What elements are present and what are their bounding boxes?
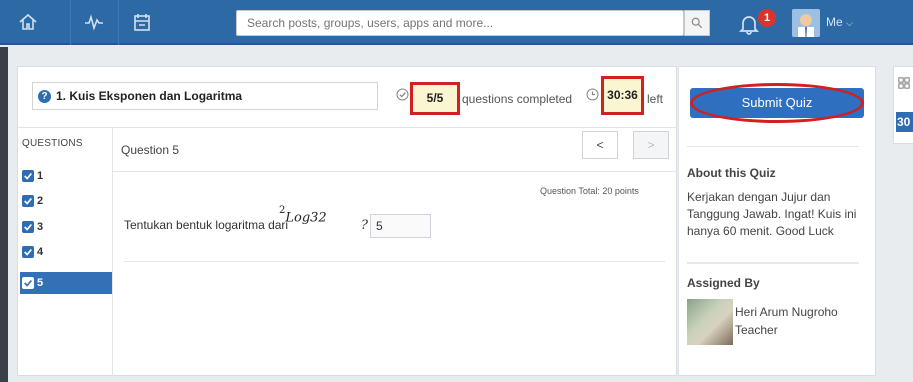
top-navbar: 1 Me ⌵ [0, 0, 913, 45]
home-icon[interactable] [14, 8, 42, 36]
question-nav-item-5[interactable]: 5 [20, 272, 112, 294]
about-quiz-text: Kerjakan dengan Jujur dan Tanggung Jawab… [687, 190, 857, 238]
check-circle-icon [396, 88, 409, 101]
left-edge-strip [0, 47, 8, 382]
search-input[interactable] [236, 10, 684, 36]
checkbox-checked-icon [22, 277, 34, 289]
questions-completed-count: 5/5 [410, 82, 460, 115]
teacher-role: Teacher [735, 323, 778, 337]
question-number: 4 [37, 246, 44, 258]
question-mark-icon: ? [38, 89, 51, 103]
next-question-button[interactable]: > [633, 131, 669, 159]
question-number: 5 [37, 277, 44, 289]
quiz-card [17, 66, 677, 376]
question-number: 2 [37, 195, 44, 207]
checkbox-checked-icon [22, 170, 34, 182]
questions-completed-label: questions completed [462, 92, 573, 106]
user-avatar[interactable] [792, 9, 820, 37]
search-icon [691, 17, 703, 29]
planner-icon[interactable] [128, 8, 156, 36]
teacher-name[interactable]: Heri Arum Nugroho [735, 305, 838, 319]
teacher-avatar[interactable] [687, 299, 733, 345]
user-menu[interactable]: Me ⌵ [826, 15, 853, 29]
checkbox-checked-icon [22, 221, 34, 233]
search-button[interactable] [684, 10, 710, 36]
sidebar-divider [687, 146, 859, 147]
previous-question-button[interactable]: < [582, 131, 618, 159]
question-body-divider [124, 261, 665, 262]
clock-icon [586, 88, 599, 101]
quiz-title: 1. Kuis Eksponen dan Logaritma [56, 89, 243, 103]
nav-divider [118, 0, 119, 45]
question-mark-symbol: ? [361, 218, 368, 233]
question-nav-item-2[interactable]: 2 [20, 190, 112, 212]
questions-header: QUESTIONS [22, 138, 83, 149]
time-left-value: 30:36 [601, 76, 644, 115]
math-body: Log32 [285, 210, 327, 226]
user-menu-label: Me [826, 15, 843, 29]
checkbox-checked-icon [22, 195, 34, 207]
nav-divider [70, 0, 71, 45]
question-header-divider [113, 171, 677, 172]
sidebar-divider [687, 262, 859, 264]
question-number: 1 [37, 170, 44, 182]
question-number: 3 [37, 221, 44, 233]
question-nav-item-4[interactable]: 4 [20, 241, 112, 263]
question-total-points: Question Total: 20 points [540, 186, 639, 196]
submit-highlight-ring [690, 83, 864, 123]
activity-icon[interactable] [80, 8, 108, 36]
questions-column-divider [112, 128, 113, 376]
notification-badge: 1 [758, 9, 776, 27]
grid-icon[interactable] [898, 77, 910, 89]
card-divider [18, 127, 677, 128]
side-widget-panel [893, 66, 913, 144]
math-base: 2 [279, 205, 286, 216]
checkbox-checked-icon [22, 246, 34, 258]
calendar-icon[interactable]: 30 [896, 112, 913, 132]
quiz-title-box: ? 1. Kuis Eksponen dan Logaritma [32, 82, 378, 110]
time-left-label: left [647, 92, 664, 106]
math-expression: 2Log32 [279, 205, 327, 226]
answer-input[interactable] [370, 214, 431, 238]
chevron-down-icon: ⌵ [846, 18, 853, 28]
question-nav-item-3[interactable]: 3 [20, 216, 112, 238]
question-nav-item-1[interactable]: 1 [20, 165, 112, 187]
assigned-by-title: Assigned By [687, 276, 760, 290]
about-quiz-title: About this Quiz [687, 166, 776, 180]
question-text: Tentukan bentuk logaritma dari [124, 218, 289, 232]
current-question-label: Question 5 [121, 143, 180, 157]
